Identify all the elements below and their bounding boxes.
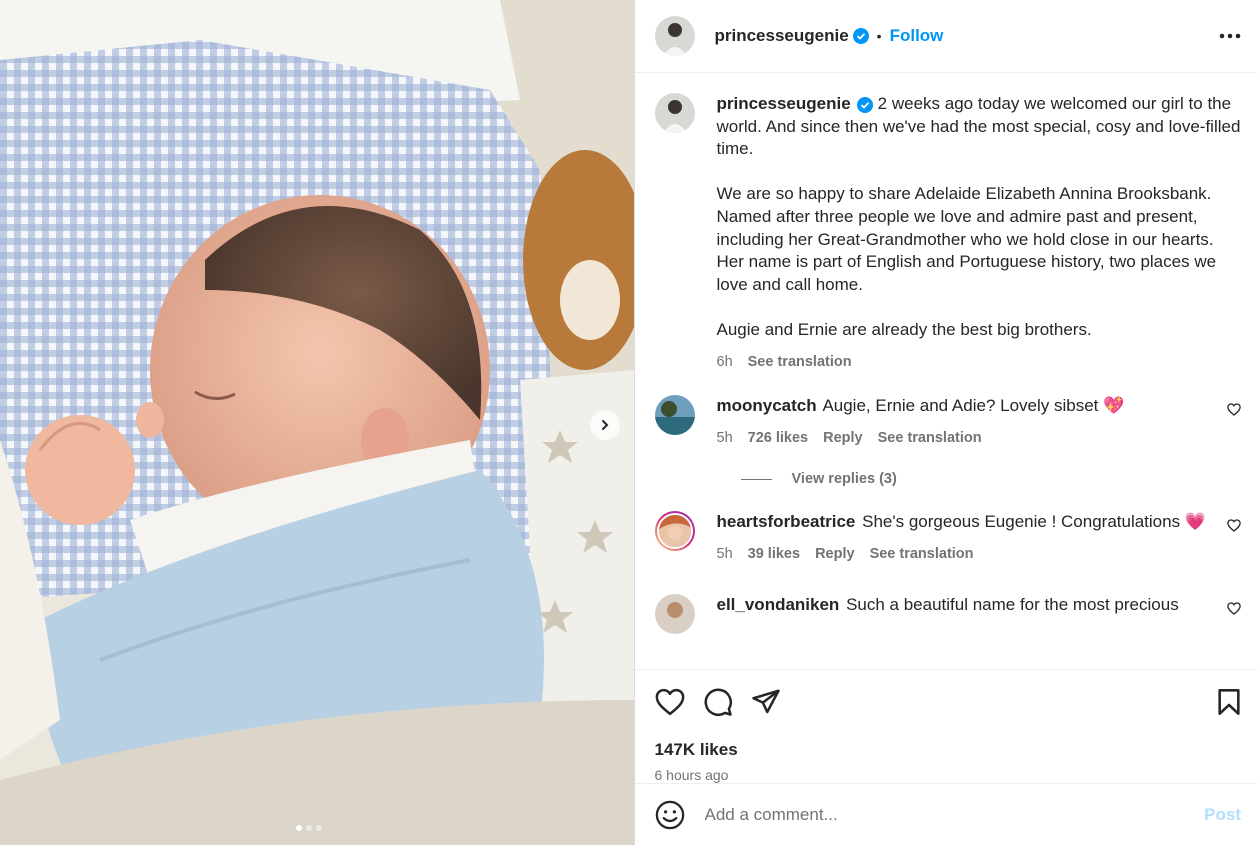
commenter-username[interactable]: moonycatch bbox=[717, 396, 817, 415]
replies-divider bbox=[740, 478, 772, 480]
heart-icon[interactable] bbox=[1227, 403, 1241, 416]
author-avatar[interactable] bbox=[654, 93, 695, 133]
carousel-dot bbox=[306, 825, 312, 831]
emoji-icon[interactable] bbox=[655, 800, 685, 830]
carousel-indicators bbox=[296, 825, 322, 831]
carousel-dot bbox=[296, 825, 302, 831]
comment-likes-count[interactable]: 726 likes bbox=[748, 427, 808, 450]
comment-likes-count[interactable]: 39 likes bbox=[748, 543, 800, 566]
comment-text: She's gorgeous Eugenie ! Congratulations bbox=[862, 512, 1181, 532]
comment-text: Augie, Ernie and Adie? Lovely sibset bbox=[822, 396, 1099, 416]
add-comment-bar: Post bbox=[634, 783, 1257, 845]
more-options-icon[interactable] bbox=[1219, 33, 1241, 39]
comment-item: ell_vondaniken Such a beautiful name for… bbox=[654, 593, 1242, 634]
verified-badge-icon bbox=[856, 96, 873, 113]
comments-section[interactable]: princesseugenie 2 weeks ago today we welc… bbox=[635, 73, 1257, 669]
post-actions bbox=[634, 669, 1257, 734]
share-icon[interactable] bbox=[751, 688, 781, 716]
caption-username[interactable]: princesseugenie bbox=[717, 94, 851, 113]
bookmark-icon[interactable] bbox=[1217, 688, 1241, 716]
caption-text: 2 weeks ago today we welcomed our girl t… bbox=[716, 94, 1241, 339]
view-replies-button[interactable]: View replies (3) bbox=[740, 471, 1242, 488]
post-header: princesseugenie • Follow bbox=[634, 0, 1257, 73]
see-translation-link[interactable]: See translation bbox=[878, 427, 982, 450]
post-timestamp[interactable]: 6 hours ago bbox=[635, 767, 1257, 783]
comment-timestamp[interactable]: 5h bbox=[717, 543, 733, 566]
heart-icon[interactable] bbox=[655, 688, 685, 716]
reply-button[interactable]: Reply bbox=[823, 427, 863, 450]
follow-button[interactable]: Follow bbox=[890, 26, 944, 46]
caption-timestamp[interactable]: 6h bbox=[717, 351, 733, 374]
post-panel: princesseugenie • Follow princesseugenie… bbox=[633, 0, 1257, 845]
author-username[interactable]: princesseugenie bbox=[715, 26, 849, 46]
carousel-dot bbox=[316, 825, 322, 831]
heart-icon[interactable] bbox=[1227, 519, 1241, 533]
comment-input[interactable] bbox=[702, 803, 1205, 826]
separator-dot: • bbox=[876, 28, 882, 44]
verified-badge-icon bbox=[852, 28, 869, 44]
see-translation-link[interactable]: See translation bbox=[748, 351, 852, 374]
likes-count[interactable]: 147K likes bbox=[635, 740, 1257, 760]
commenter-username[interactable]: ell_vondaniken bbox=[717, 595, 840, 614]
next-slide-button[interactable] bbox=[590, 410, 620, 440]
commenter-username[interactable]: heartsforbeatrice bbox=[717, 512, 856, 531]
baby-photo bbox=[0, 0, 634, 845]
view-replies-label: View replies (3) bbox=[791, 471, 897, 488]
post-modal: princesseugenie • Follow princesseugenie… bbox=[0, 0, 1257, 845]
post-comment-button[interactable]: Post bbox=[1204, 805, 1241, 825]
see-translation-link[interactable]: See translation bbox=[870, 543, 974, 566]
comment-item: moonycatch Augie, Ernie and Adie? Lovely… bbox=[654, 395, 1242, 450]
comment-text: Such a beautiful name for the most preci… bbox=[846, 594, 1179, 614]
commenter-avatar[interactable] bbox=[654, 593, 695, 634]
commenter-avatar[interactable] bbox=[654, 395, 695, 436]
chevron-right-icon bbox=[602, 420, 609, 430]
reply-button[interactable]: Reply bbox=[815, 543, 855, 566]
heart-icon[interactable] bbox=[1227, 601, 1241, 615]
commenter-avatar[interactable] bbox=[654, 511, 695, 552]
post-media[interactable] bbox=[0, 0, 634, 845]
heart-emoji: 💗 bbox=[1184, 512, 1206, 532]
comment-item: heartsforbeatrice She's gorgeous Eugenie… bbox=[654, 511, 1242, 566]
caption: princesseugenie 2 weeks ago today we welc… bbox=[654, 93, 1242, 374]
comment-icon[interactable] bbox=[703, 687, 733, 717]
heart-emoji: 💖 bbox=[1103, 396, 1125, 416]
author-avatar[interactable] bbox=[654, 16, 695, 56]
comment-timestamp[interactable]: 5h bbox=[717, 427, 733, 450]
